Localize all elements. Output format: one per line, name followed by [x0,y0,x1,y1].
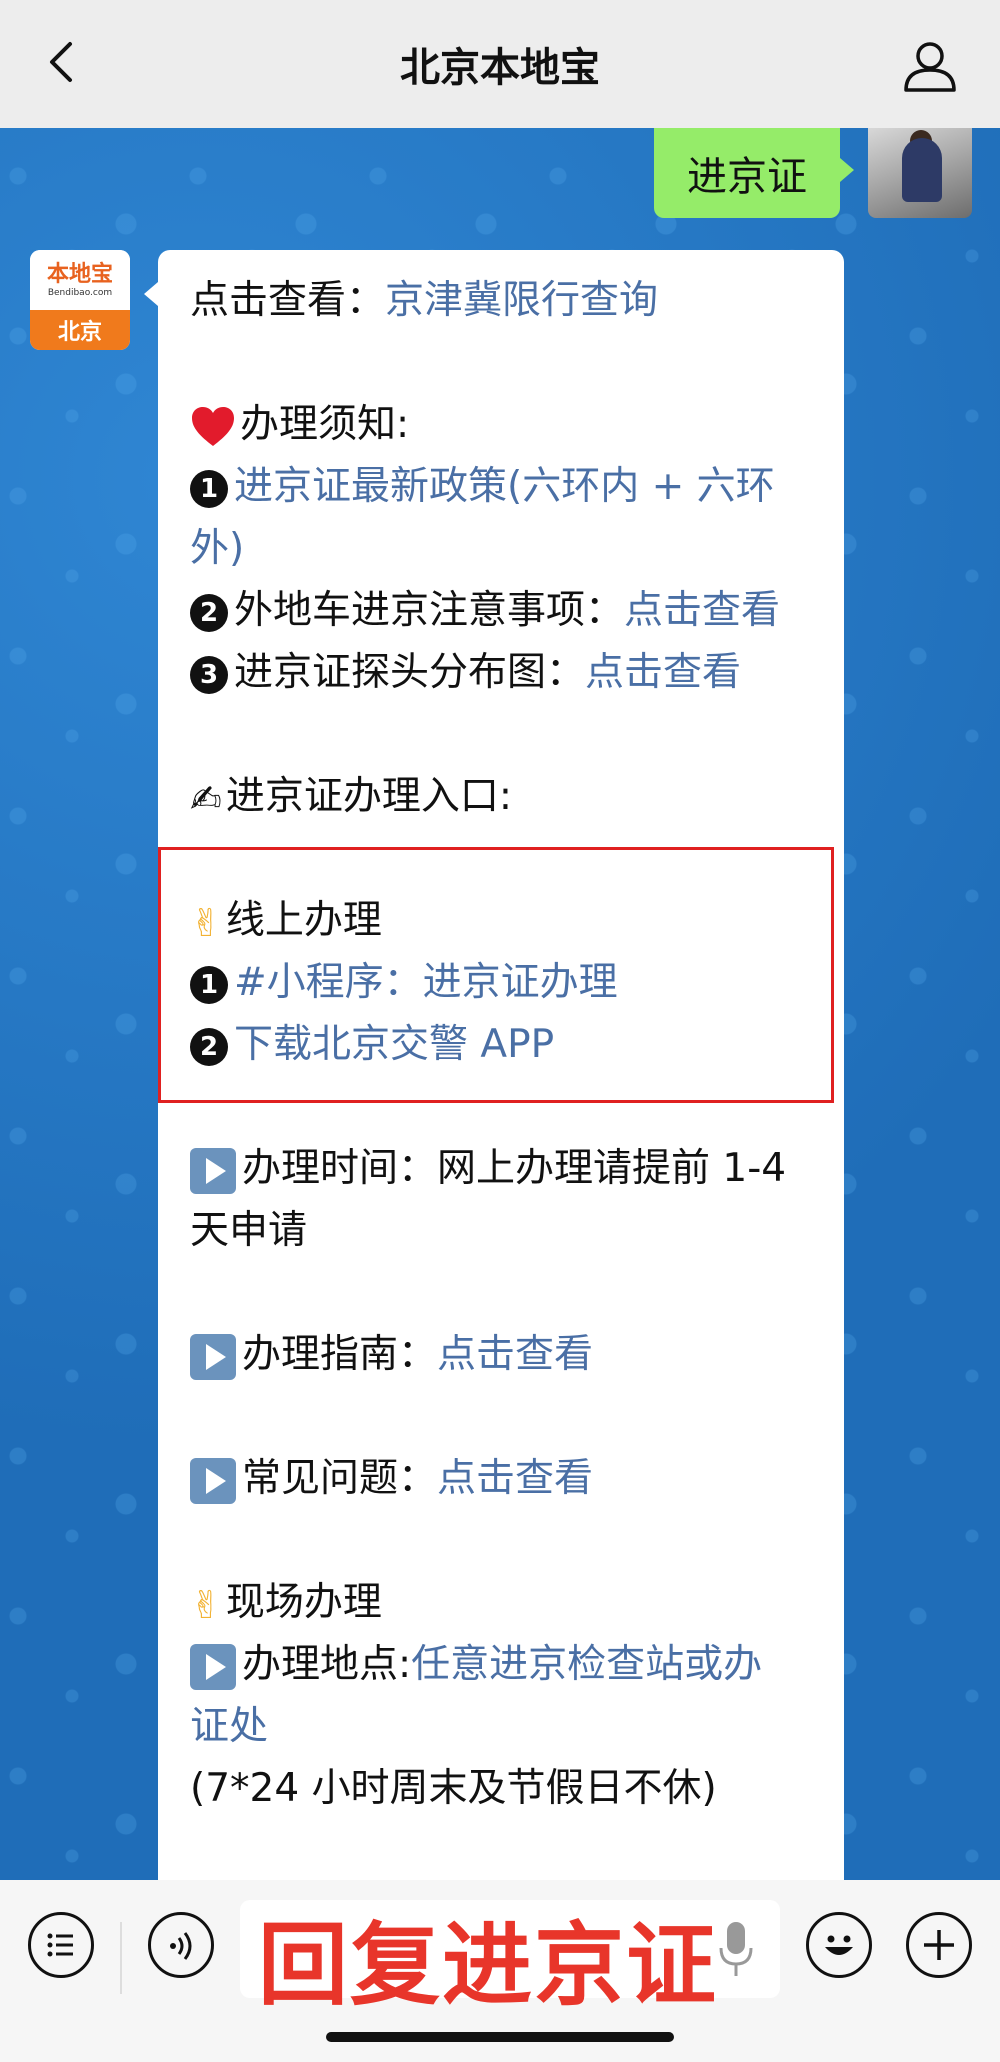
time-line: 办理时间：网上办理请提前 1-4 [190,1138,786,1200]
number-3-badge: 3 [190,655,228,694]
emoji-icon[interactable] [806,1912,872,1978]
notice-item-1-cont: 外) [190,518,244,580]
home-indicator [326,2032,674,2042]
notice-item-3: 3 进京证探头分布图：点击查看 [190,642,741,704]
divider [120,1922,122,1994]
my-message-bubble[interactable]: 进京证 [654,128,854,218]
notice-item-2: 2 外地车进京注意事项：点击查看 [190,580,780,642]
notice-3-link[interactable]: 点击查看 [585,650,741,695]
guide-line: 办理指南：点击查看 [190,1324,593,1386]
writing-hand-icon: ✍ [190,776,222,821]
back-icon[interactable] [40,40,84,84]
play-icon [190,1333,236,1380]
location-link[interactable]: 任意进京检查站或办 [411,1642,762,1687]
top-bar: 北京本地宝 [0,0,1000,128]
heart-icon [192,406,234,446]
policy-link-cont[interactable]: 外) [190,526,244,571]
notice-title: 办理须知: [190,394,409,456]
location-line-cont: 证处 [190,1696,268,1758]
highlight-box [158,847,834,1103]
faq-line: 常见问题：点击查看 [190,1448,593,1510]
guide-link[interactable]: 点击查看 [437,1332,593,1377]
page-title: 北京本地宝 [400,45,600,91]
entry-title: ✍ 进京证办理入口: [190,766,512,830]
location-link-cont[interactable]: 证处 [190,1704,268,1749]
notice-2-link[interactable]: 点击查看 [624,588,780,633]
user-avatar[interactable] [868,128,972,218]
bot-avatar[interactable]: 本地宝 Bendibao.com 北京 [30,250,130,350]
list-icon[interactable] [28,1912,94,1978]
overlay-reply-text: 回复进京证 [258,1913,718,2018]
plus-icon[interactable] [906,1912,972,1978]
query-line: 点击查看：京津冀限行查询 [190,270,658,332]
number-2-badge: 2 [190,593,228,632]
onsite-title: ✌ 现场办理 [190,1572,382,1636]
mic-icon[interactable] [718,1920,754,1978]
query-link[interactable]: 京津冀限行查询 [385,278,658,323]
hours-line: (7*24 小时周末及节假日不休) [190,1766,717,1811]
bot-logo-text: 本地宝 [46,262,113,287]
profile-icon[interactable] [900,40,960,92]
time-line-cont: 天申请 [190,1208,308,1253]
query-label: 点击查看： [190,278,386,323]
bot-logo-subtext: Bendibao.com [47,288,113,298]
play-icon [190,1643,236,1690]
faq-link[interactable]: 点击查看 [437,1456,593,1501]
victory-hand-icon: ✌ [190,1582,222,1627]
location-line: 办理地点:任意进京检查站或办 [190,1634,762,1696]
my-message-text: 进京证 [687,154,807,200]
voice-icon[interactable] [148,1912,214,1978]
play-icon [190,1147,236,1194]
number-1-badge: 1 [190,469,228,508]
play-icon [190,1457,236,1504]
policy-link[interactable]: 进京证最新政策(六环内 + 六环 [234,464,775,509]
bot-logo-city: 北京 [30,310,130,350]
notice-item-1: 1 进京证最新政策(六环内 + 六环 [190,456,775,518]
